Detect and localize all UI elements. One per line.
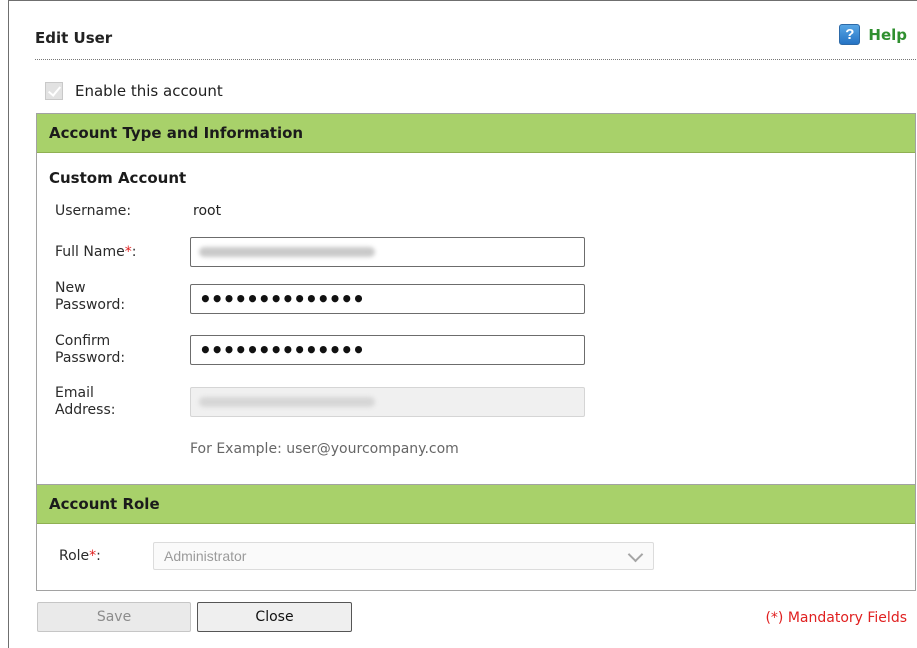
enable-account-checkbox[interactable] (45, 82, 63, 100)
confirm-password-label-line2: Password: (55, 350, 126, 366)
role-label: Role*: (59, 548, 101, 565)
save-button[interactable]: Save (37, 602, 191, 632)
dialog-title: Edit User (35, 29, 113, 47)
edit-user-dialog: Edit User ? Help Enable this account Acc… (8, 0, 917, 648)
full-name-input[interactable] (190, 237, 585, 267)
new-password-label-line2: Password: (55, 297, 126, 313)
role-label-text: Role (59, 548, 90, 564)
email-label: Email Address: (55, 385, 115, 419)
custom-account-heading: Custom Account (49, 169, 187, 187)
username-label: Username: (55, 203, 132, 219)
help-label[interactable]: Help (868, 26, 907, 44)
new-password-value: •••••••••••••• (199, 287, 365, 311)
email-label-line2: Address: (55, 402, 116, 418)
enable-account-row: Enable this account (45, 82, 223, 100)
new-password-label-line1: New (55, 280, 86, 296)
full-name-label: Full Name*: (55, 244, 136, 261)
question-icon[interactable]: ? (839, 24, 861, 45)
confirm-password-label-line1: Confirm (55, 333, 111, 349)
full-name-label-text: Full Name (55, 244, 125, 260)
email-hint: For Example: user@yourcompany.com (190, 441, 459, 457)
label-colon: : (96, 548, 101, 564)
required-marker: * (124, 244, 132, 260)
email-label-line1: Email (55, 385, 94, 401)
blurred-full-name (199, 247, 375, 257)
label-colon: : (131, 244, 137, 260)
email-input[interactable] (190, 387, 585, 417)
blurred-email (199, 397, 375, 407)
account-role-section: Account Role Role*: Administrator (36, 485, 916, 591)
account-info-section: Account Type and Information Custom Acco… (36, 113, 916, 485)
title-divider (35, 59, 916, 60)
account-role-header: Account Role (37, 485, 915, 524)
role-select-value: Administrator (164, 548, 247, 564)
chevron-down-icon (627, 546, 644, 563)
help-link[interactable]: ? Help (839, 24, 907, 45)
new-password-input[interactable]: •••••••••••••• (190, 284, 585, 314)
close-button[interactable]: Close (197, 602, 352, 632)
new-password-label: New Password: (55, 280, 125, 314)
enable-account-label: Enable this account (75, 82, 223, 100)
confirm-password-input[interactable]: •••••••••••••• (190, 335, 585, 365)
confirm-password-value: •••••••••••••• (199, 338, 365, 362)
username-value: root (193, 203, 222, 219)
role-select[interactable]: Administrator (153, 542, 654, 570)
confirm-password-label: Confirm Password: (55, 333, 125, 367)
mandatory-fields-note: (*) Mandatory Fields (765, 610, 907, 626)
account-info-header: Account Type and Information (37, 114, 915, 153)
